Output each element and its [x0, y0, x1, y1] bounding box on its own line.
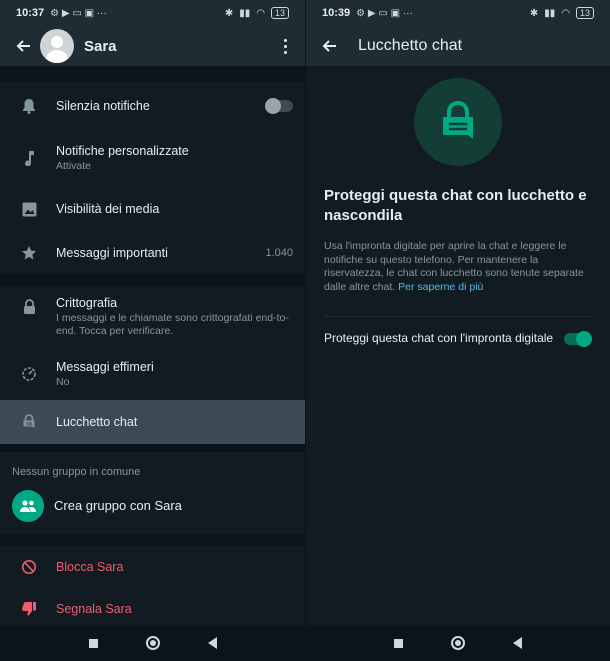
- disappearing-messages-row[interactable]: Messaggi effimeri No: [0, 350, 305, 398]
- starred-messages-label: Messaggi importanti: [56, 246, 168, 260]
- block-icon: [18, 556, 40, 578]
- disappearing-messages-label: Messaggi effimeri: [56, 359, 154, 374]
- image-icon: [18, 198, 40, 220]
- lock-icon: [18, 296, 40, 318]
- chat-lock-icon: [18, 411, 40, 433]
- wifi-icon: ◠: [256, 7, 265, 19]
- media-visibility-row[interactable]: Visibilità dei media: [0, 186, 305, 232]
- chat-lock-hero-icon: [414, 78, 502, 166]
- fingerprint-lock-toggle[interactable]: [564, 330, 592, 347]
- home-button[interactable]: [451, 636, 465, 650]
- starred-messages-row[interactable]: Messaggi importanti 1.040: [0, 232, 305, 274]
- bell-icon: [18, 95, 40, 117]
- section-divider: [324, 316, 592, 317]
- block-label: Blocca Sara: [56, 560, 124, 574]
- mute-toggle[interactable]: [265, 98, 293, 114]
- recents-button[interactable]: [88, 638, 98, 648]
- section-divider: [0, 534, 305, 546]
- status-bar: 10:39 ⚙ ▶ ▭ ▣ ··· ✱ ▮▮ ◠ 13: [306, 0, 610, 26]
- music-note-icon: [18, 147, 40, 169]
- chat-lock-description: Usa l'impronta digitale per aprire la ch…: [324, 240, 592, 294]
- encryption-description: I messaggi e le chiamate sono crittograf…: [56, 312, 289, 337]
- section-divider: [0, 274, 305, 286]
- create-group-label: Crea gruppo con Sara: [54, 498, 182, 513]
- contact-info-screen: 10:37 ⚙ ▶ ▭ ▣ ··· ✱ ▮▮ ◠ 13 Sara Silenzi…: [0, 0, 305, 661]
- recents-button[interactable]: [394, 638, 403, 648]
- chat-lock-heading: Proteggi questa chat con lucchetto e nas…: [324, 187, 587, 224]
- signal-icon: ▮▮: [239, 7, 251, 19]
- report-contact-row[interactable]: Segnala Sara: [0, 588, 305, 630]
- media-visibility-label: Visibilità dei media: [56, 202, 160, 216]
- status-time: 10:39: [322, 7, 351, 19]
- battery-indicator: 13: [575, 7, 594, 19]
- starred-messages-count: 1.040: [265, 247, 293, 259]
- battery-indicator: 13: [270, 7, 289, 19]
- contact-name[interactable]: Sara: [84, 38, 117, 55]
- back-button[interactable]: [513, 637, 522, 649]
- status-notification-icons: ⚙ ▶ ▭ ▣ ···: [356, 7, 413, 19]
- learn-more-link[interactable]: Per saperne di più: [398, 281, 483, 293]
- back-arrow-icon[interactable]: [318, 35, 340, 57]
- report-label: Segnala Sara: [56, 602, 132, 616]
- android-nav-bar: [306, 625, 610, 661]
- section-divider: [0, 66, 305, 82]
- back-button[interactable]: [207, 637, 217, 649]
- group-icon: [12, 490, 44, 522]
- status-bar: 10:37 ⚙ ▶ ▭ ▣ ··· ✱ ▮▮ ◠ 13: [0, 0, 305, 26]
- custom-notifications-row[interactable]: Notifiche personalizzate Attivate: [0, 130, 305, 186]
- android-nav-bar: [0, 625, 305, 661]
- chat-lock-app-bar: Lucchetto chat: [306, 26, 610, 66]
- encryption-row[interactable]: Crittografia I messaggi e le chiamate so…: [0, 286, 305, 350]
- bluetooth-icon: ✱: [224, 7, 234, 19]
- page-title: Lucchetto chat: [358, 37, 463, 54]
- mute-label: Silenzia notifiche: [56, 99, 150, 113]
- star-icon: [18, 242, 40, 264]
- custom-notifications-status: Attivate: [56, 159, 92, 172]
- avatar[interactable]: [40, 29, 74, 63]
- home-button[interactable]: [145, 636, 160, 650]
- bluetooth-icon: ✱: [529, 7, 539, 19]
- chat-lock-screen: 10:39 ⚙ ▶ ▭ ▣ ··· ✱ ▮▮ ◠ 13 Lucchetto ch…: [305, 0, 610, 661]
- status-system-icons: ✱ ▮▮ ◠ 13: [225, 7, 289, 19]
- status-time: 10:37: [16, 7, 45, 19]
- status-system-icons: ✱ ▮▮ ◠ 13: [530, 7, 594, 19]
- fingerprint-lock-row[interactable]: Proteggi questa chat con l'impronta digi…: [324, 330, 592, 347]
- more-vert-icon[interactable]: [277, 35, 293, 57]
- fingerprint-lock-label: Proteggi questa chat con l'impronta digi…: [324, 331, 554, 345]
- encryption-label: Crittografia: [56, 296, 118, 310]
- chat-lock-row[interactable]: Lucchetto chat: [0, 400, 305, 444]
- wifi-icon: ◠: [561, 7, 570, 19]
- mute-notifications-row[interactable]: Silenzia notifiche: [0, 82, 305, 130]
- section-divider: [0, 444, 305, 452]
- disappearing-messages-status: No: [56, 375, 70, 388]
- create-group-row[interactable]: Crea gruppo con Sara: [0, 484, 305, 528]
- custom-notifications-label: Notifiche personalizzate: [56, 143, 189, 158]
- thumbs-down-icon: [18, 598, 40, 620]
- back-arrow-icon[interactable]: [12, 35, 34, 57]
- signal-icon: ▮▮: [544, 7, 556, 19]
- contact-app-bar: Sara: [0, 26, 305, 66]
- block-contact-row[interactable]: Blocca Sara: [0, 546, 305, 588]
- status-notification-icons: ⚙ ▶ ▭ ▣ ···: [50, 7, 107, 19]
- timer-icon: [18, 363, 40, 385]
- common-groups-label: Nessun gruppo in comune: [12, 466, 141, 478]
- chat-lock-label: Lucchetto chat: [56, 415, 138, 429]
